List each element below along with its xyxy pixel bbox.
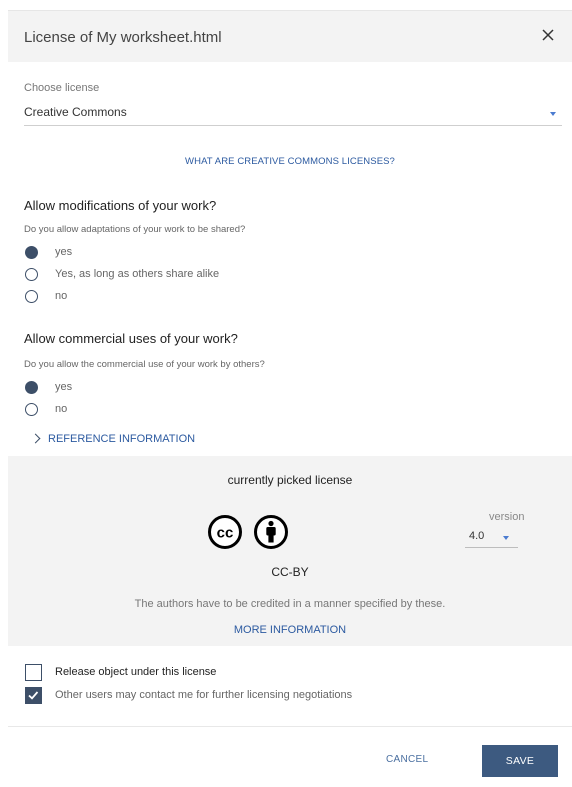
cc-icon: cc bbox=[207, 514, 243, 550]
radio-label: yes bbox=[55, 381, 73, 393]
footer-divider bbox=[8, 726, 572, 727]
checkmark-icon bbox=[28, 691, 39, 700]
picked-license-panel: currently picked license cc version 4.0 … bbox=[8, 456, 572, 646]
more-information-link[interactable]: MORE INFORMATION bbox=[8, 624, 572, 636]
cancel-button[interactable]: CANCEL bbox=[386, 754, 428, 765]
caret-down-icon bbox=[503, 536, 509, 540]
radio-button bbox=[25, 268, 38, 281]
license-name: CC-BY bbox=[271, 565, 309, 579]
version-value: 4.0 bbox=[469, 530, 485, 542]
checkbox bbox=[25, 687, 42, 704]
radio-button bbox=[25, 246, 38, 259]
checkbox-label: Other users may contact me for further l… bbox=[55, 689, 353, 701]
radio-label: Yes, as long as others share alike bbox=[55, 268, 220, 280]
radio-label: yes bbox=[55, 246, 73, 258]
close-icon bbox=[542, 29, 554, 41]
license-description: The authors have to be credited in a man… bbox=[134, 598, 446, 610]
commercial-title: Allow commercial uses of your work? bbox=[24, 331, 238, 346]
reference-information-label: REFERENCE INFORMATION bbox=[48, 433, 196, 445]
cc-icon-text: cc bbox=[217, 525, 234, 542]
caret-down-icon bbox=[550, 112, 556, 116]
modifications-question: Do you allow adaptations of your work to… bbox=[24, 224, 246, 235]
dialog-title: License of My worksheet.html bbox=[24, 29, 222, 46]
choose-license-label: Choose license bbox=[24, 82, 100, 94]
checkbox bbox=[25, 664, 42, 681]
radio-label: no bbox=[55, 290, 68, 302]
radio-button bbox=[25, 290, 38, 303]
version-label: version bbox=[489, 511, 525, 523]
by-attribution-icon bbox=[253, 514, 289, 550]
picked-license-title: currently picked license bbox=[227, 473, 353, 487]
version-select[interactable]: 4.0 bbox=[465, 526, 518, 548]
license-dialog: License of My worksheet.html Choose lice… bbox=[8, 10, 572, 787]
save-button[interactable]: SAVE bbox=[482, 745, 558, 777]
license-select[interactable]: Creative Commons bbox=[24, 102, 562, 126]
close-button[interactable] bbox=[538, 25, 558, 45]
radio-button bbox=[25, 403, 38, 416]
radio-button bbox=[25, 381, 38, 394]
radio-label: no bbox=[55, 403, 68, 415]
modifications-title: Allow modifications of your work? bbox=[24, 198, 217, 213]
chevron-right-icon bbox=[30, 433, 41, 444]
license-select-value: Creative Commons bbox=[24, 105, 127, 119]
what-are-cc-licenses-link[interactable]: WHAT ARE CREATIVE COMMONS LICENSES? bbox=[8, 156, 572, 167]
checkbox-label: Release object under this license bbox=[55, 666, 217, 678]
commercial-question: Do you allow the commercial use of your … bbox=[24, 359, 265, 370]
dialog-header: License of My worksheet.html bbox=[8, 10, 572, 62]
